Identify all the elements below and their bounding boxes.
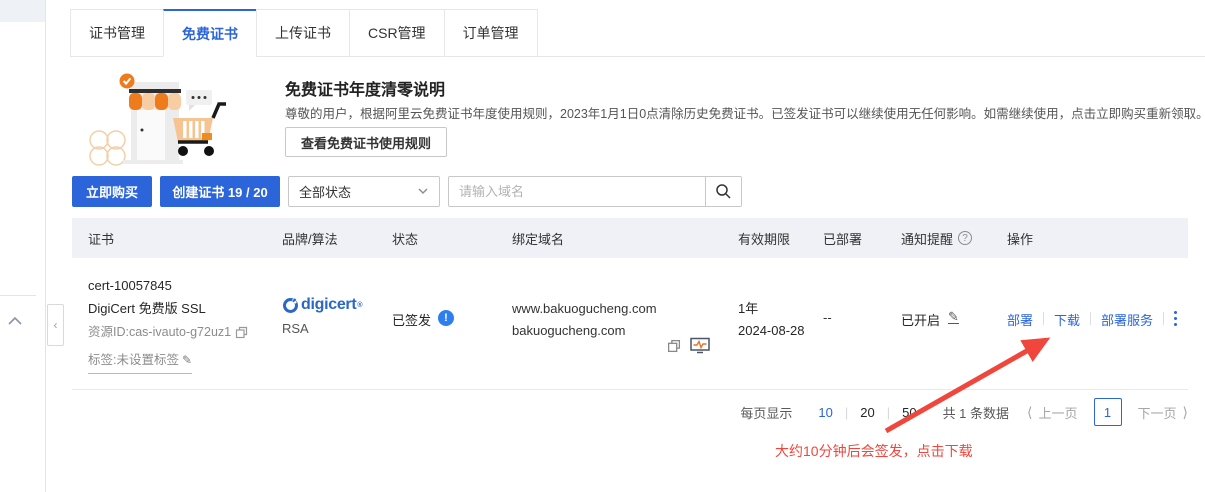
view-rules-button[interactable]: 查看免费证书使用规则	[285, 127, 447, 157]
tab-csr-management[interactable]: CSR管理	[349, 9, 445, 57]
deployed-value: --	[823, 258, 901, 389]
bound-domain-2: bakuogucheng.com	[512, 320, 657, 342]
tab-upload-cert[interactable]: 上传证书	[256, 9, 350, 57]
edit-icon: ✎	[182, 349, 192, 372]
chevron-down-icon	[417, 186, 429, 198]
search-button[interactable]	[705, 177, 741, 206]
chevron-left-icon: ⟨	[1027, 404, 1032, 421]
prev-page-button[interactable]: ⟨ 上一页	[1027, 403, 1077, 422]
status-filter-select[interactable]: 全部状态	[288, 176, 440, 207]
col-cert: 证书	[88, 218, 282, 258]
page-size-50[interactable]: 50	[890, 405, 928, 420]
table-header: 证书 品牌/算法 状态 绑定域名 有效期限 已部署 通知提醒 ? 操作	[72, 218, 1188, 258]
status-filter-value: 全部状态	[299, 182, 351, 201]
sidebar-border	[45, 0, 46, 492]
search-icon	[715, 183, 732, 200]
tab-order-management[interactable]: 订单管理	[444, 9, 538, 57]
download-link[interactable]: 下载	[1054, 310, 1080, 329]
divider	[1163, 312, 1164, 325]
divider	[1090, 312, 1091, 325]
tab-bar: 证书管理 免费证书 上传证书 CSR管理 订单管理	[70, 9, 1205, 57]
status-text: 已签发	[392, 310, 431, 329]
total-count: 共 1 条数据	[943, 403, 1009, 422]
deploy-link[interactable]: 部署	[1007, 310, 1033, 329]
buy-now-button[interactable]: 立即购买	[72, 176, 152, 207]
banner-title: 免费证书年度清零说明	[285, 76, 445, 100]
table-row: cert-10057845 DigiCert 免费版 SSL 资源ID:cas-…	[72, 258, 1188, 390]
deploy-service-link[interactable]: 部署服务	[1101, 310, 1153, 329]
tag-edit[interactable]: 标签:未设置标签 ✎	[88, 349, 192, 374]
domain-search-group	[448, 176, 742, 207]
next-page-button[interactable]: 下一页 ⟩	[1138, 403, 1188, 422]
sidebar-collapse-button[interactable]: ‹	[47, 304, 64, 346]
copy-icon[interactable]	[667, 339, 681, 353]
sidebar-top-block	[0, 0, 45, 22]
col-deployed: 已部署	[823, 218, 901, 258]
tab-cert-management[interactable]: 证书管理	[70, 9, 164, 57]
pagination: 每页显示 10 | 20 | 50 共 1 条数据 ⟨ 上一页 1 下一页 ⟩	[740, 396, 1188, 428]
col-status: 状态	[392, 218, 512, 258]
chevron-right-icon: ⟩	[1183, 404, 1188, 421]
store-cart-illustration	[85, 62, 235, 168]
banner-description: 尊敬的用户，根据阿里云免费证书年度使用规则，2023年1月1日0点清除历史免费证…	[285, 103, 1195, 122]
col-validity: 有效期限	[738, 218, 823, 258]
chevron-up-icon[interactable]	[6, 314, 28, 330]
col-actions: 操作	[1007, 218, 1188, 258]
page-size-10[interactable]: 10	[806, 405, 844, 420]
annotation-note: 大约10分钟后会签发，点击下载	[775, 441, 973, 461]
validity-term: 1年	[738, 298, 823, 320]
col-notify: 通知提醒 ?	[901, 218, 1007, 258]
divider	[1043, 312, 1044, 325]
notify-status: 已开启	[901, 310, 940, 329]
col-brand: 品牌/算法	[282, 218, 392, 258]
current-page-button[interactable]: 1	[1094, 398, 1122, 426]
chevron-left-icon: ‹	[54, 318, 58, 332]
cert-id: cert-10057845	[88, 274, 282, 297]
help-icon[interactable]: ?	[958, 231, 972, 245]
sidebar-divider	[0, 295, 36, 296]
tab-free-cert[interactable]: 免费证书	[163, 9, 257, 57]
domain-search-input[interactable]	[449, 177, 705, 206]
validity-date: 2024-08-28	[738, 320, 823, 342]
cert-algorithm: RSA	[282, 321, 392, 336]
monitor-pulse-icon[interactable]	[690, 337, 710, 354]
col-domain: 绑定域名	[512, 218, 738, 258]
cert-name: DigiCert 免费版 SSL	[88, 297, 282, 320]
per-page-label: 每页显示	[740, 403, 792, 422]
page-size-20[interactable]: 20	[848, 405, 886, 420]
bound-domain-1: www.bakuogucheng.com	[512, 298, 657, 320]
digicert-logo: digicert®	[282, 296, 392, 314]
resource-id: 资源ID:cas-ivauto-g72uz1	[88, 321, 231, 344]
info-warning-icon[interactable]: !	[438, 310, 454, 326]
edit-icon[interactable]: ✎	[948, 310, 959, 324]
copy-icon[interactable]	[235, 326, 248, 339]
more-actions-icon[interactable]	[1174, 310, 1177, 326]
create-cert-button[interactable]: 创建证书 19 / 20	[160, 176, 280, 207]
